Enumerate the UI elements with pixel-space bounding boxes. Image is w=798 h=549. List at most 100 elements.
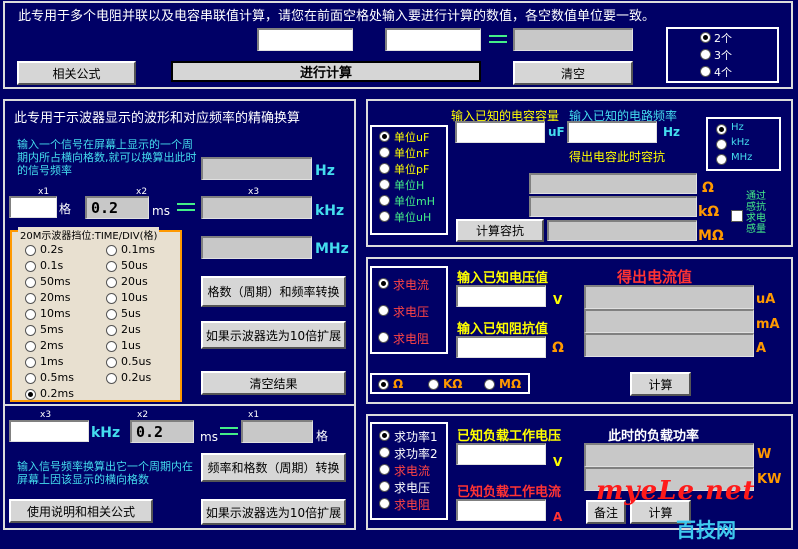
range-1us-label: 1us — [121, 339, 141, 352]
power-mode-2-label: 求电流 — [394, 464, 431, 478]
r-unit-1-radio[interactable] — [428, 379, 439, 390]
range-50ms-label: 50ms — [40, 275, 71, 288]
r-unit-2-radio[interactable] — [484, 379, 495, 390]
range-10us-label: 10us — [121, 291, 148, 304]
grid-count-input[interactable] — [9, 196, 57, 218]
watermark-cn: 百技网 — [676, 518, 736, 542]
power-mode-3-radio[interactable] — [379, 481, 390, 492]
power-mode-1-radio[interactable] — [379, 447, 390, 458]
ms-unit-label: ms — [152, 204, 170, 218]
power-mode-0-radio[interactable] — [379, 430, 390, 441]
range-0.5ms-radio[interactable] — [25, 373, 36, 384]
load-current-label: 已知负载工作电流 — [457, 485, 562, 500]
circuit-frequency-unit: Hz — [663, 125, 681, 139]
a-unit: A — [756, 341, 767, 356]
range-0.2ms-label: 0.2ms — [40, 387, 74, 400]
voltage-input[interactable] — [456, 285, 546, 307]
range-0.1ms-radio[interactable] — [106, 245, 117, 256]
power-mode-4-radio[interactable] — [379, 498, 390, 509]
help-formula-button[interactable]: 使用说明和相关公式 — [9, 499, 153, 523]
range-10ms-label: 10ms — [40, 307, 71, 320]
clear-results-button[interactable]: 清空结果 — [201, 371, 346, 395]
circuit-frequency-input[interactable] — [567, 121, 657, 143]
inductive-checkbox[interactable] — [731, 210, 743, 222]
grid-frequency-convert-button[interactable]: 格数（周期）和频率转换 — [201, 276, 346, 307]
ohm-mode-1-radio[interactable] — [378, 305, 389, 316]
load-voltage-unit: V — [553, 455, 563, 469]
b-khz-unit: kHz — [91, 425, 121, 441]
cap-unit-1-radio[interactable] — [379, 147, 390, 158]
range-5ms-label: 5ms — [40, 323, 64, 336]
load-current-input[interactable] — [456, 499, 546, 521]
x10-extend-button[interactable]: 如果示波器选为10倍扩展 — [201, 321, 346, 349]
range-10ms-radio[interactable] — [25, 309, 36, 320]
range-20ms-radio[interactable] — [25, 293, 36, 304]
b-grid-unit-label: 格 — [316, 429, 329, 443]
power-mode-2-radio[interactable] — [379, 464, 390, 475]
cap-unit-0-radio[interactable] — [379, 131, 390, 142]
range-5us-radio[interactable] — [106, 309, 117, 320]
range-0.1s-radio[interactable] — [25, 261, 36, 272]
freq-unit-Hz-radio[interactable] — [716, 124, 727, 135]
ma-unit: mA — [756, 317, 780, 332]
range-50us-radio[interactable] — [106, 261, 117, 272]
grid-count-output — [241, 420, 313, 443]
impedance-input[interactable] — [456, 336, 546, 358]
oscilloscope-hint-1: 输入一个信号在屏幕上显示的一个周期内所占横向格数,就可以换算出此时的信号频率 — [17, 138, 197, 177]
frequency-input[interactable] — [9, 420, 89, 442]
load-voltage-input[interactable] — [456, 443, 546, 465]
value-input-1[interactable] — [257, 28, 353, 51]
osc-divider — [5, 404, 354, 406]
range-5us-label: 5us — [121, 307, 141, 320]
freq-unit-kHz-radio[interactable] — [716, 139, 727, 150]
range-1ms-radio[interactable] — [25, 357, 36, 368]
w-unit: W — [757, 447, 772, 462]
ohm-mode-2-label: 求电阻 — [393, 332, 430, 346]
freq-unit-Hz-label: Hz — [731, 122, 744, 133]
b-x10-extend-button[interactable]: 如果示波器选为10倍扩展 — [201, 499, 346, 525]
value-input-2[interactable] — [385, 28, 481, 51]
range-10us-radio[interactable] — [106, 293, 117, 304]
kohm-unit: kΩ — [698, 204, 720, 220]
ohm-mode-2-radio[interactable] — [378, 332, 389, 343]
related-formula-button[interactable]: 相关公式 — [17, 61, 136, 85]
range-50ms-radio[interactable] — [25, 277, 36, 288]
clear-button[interactable]: 清空 — [513, 61, 633, 85]
count-radio-2[interactable] — [700, 32, 711, 43]
calculate-button[interactable]: 进行计算 — [171, 61, 481, 82]
cap-unit-5-radio[interactable] — [379, 211, 390, 222]
ohm-mode-0-radio[interactable] — [378, 278, 389, 289]
range-0.2ms-radio[interactable] — [25, 389, 36, 400]
kohm-output — [529, 196, 697, 217]
cap-unit-3-radio[interactable] — [379, 179, 390, 190]
calculate-reactance-button[interactable]: 计算容抗 — [456, 219, 544, 242]
impedance-unit: Ω — [552, 340, 564, 356]
count-radio-4[interactable] — [700, 66, 711, 77]
freq-unit-MHz-radio[interactable] — [716, 154, 727, 165]
range-0.2us-label: 0.2us — [121, 371, 152, 384]
cap-unit-2-radio[interactable] — [379, 163, 390, 174]
capacitance-input[interactable] — [455, 121, 545, 143]
calculate-ohm-button[interactable]: 计算 — [630, 372, 691, 396]
range-2us-radio[interactable] — [106, 325, 117, 336]
range-0.2s-radio[interactable] — [25, 245, 36, 256]
series-parallel-description: 此专用于多个电阻并联以及电容串联值计算，请您在前面空格处输入要进行计算的数值，各… — [18, 9, 656, 24]
range-20us-radio[interactable] — [106, 277, 117, 288]
cap-unit-4-radio[interactable] — [379, 195, 390, 206]
ma-output — [584, 309, 754, 333]
range-2ms-radio[interactable] — [25, 341, 36, 352]
cap-unit-4-label: 单位mH — [394, 195, 435, 208]
b-ms-unit-label: ms — [200, 430, 218, 444]
result-output — [513, 28, 633, 51]
khz-unit: kHz — [315, 203, 345, 219]
hz-unit: Hz — [315, 163, 335, 179]
frequency-grid-convert-button[interactable]: 频率和格数（周期）转换 — [201, 453, 346, 482]
count-radio-3[interactable] — [700, 49, 711, 60]
range-1us-radio[interactable] — [106, 341, 117, 352]
power-mode-4-label: 求电阻 — [394, 498, 431, 512]
r-unit-0-radio[interactable] — [378, 379, 389, 390]
range-0.2us-radio[interactable] — [106, 373, 117, 384]
range-5ms-radio[interactable] — [25, 325, 36, 336]
range-0.5us-radio[interactable] — [106, 357, 117, 368]
time-div-value: 0.2 — [85, 196, 149, 219]
